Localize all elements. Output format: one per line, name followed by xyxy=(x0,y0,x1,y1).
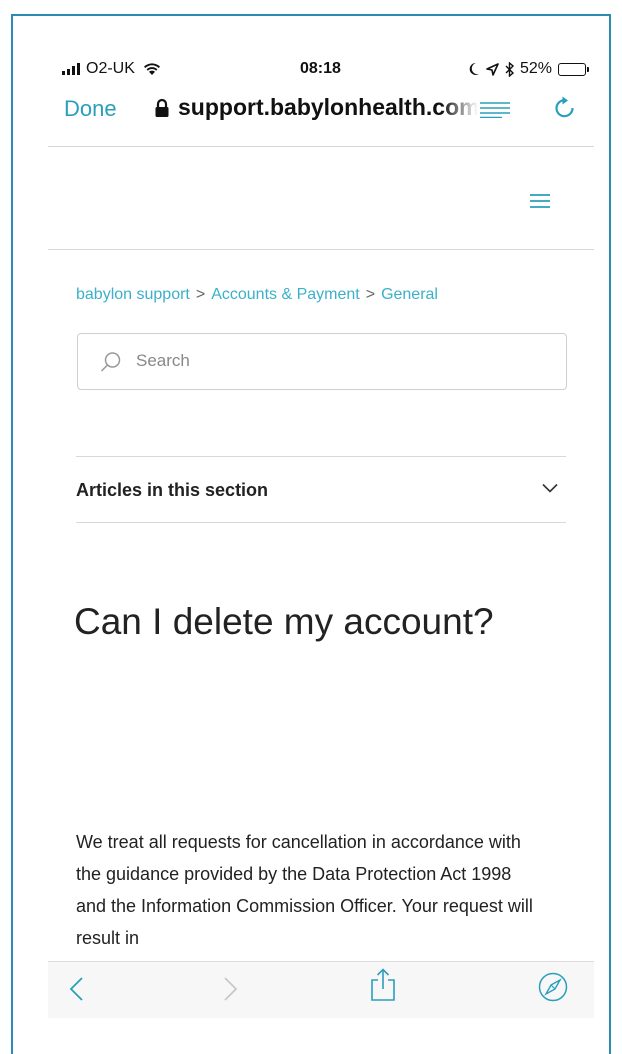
article-body: We treat all requests for cancellation i… xyxy=(76,832,533,948)
back-icon[interactable] xyxy=(68,976,84,1002)
menu-icon[interactable] xyxy=(530,193,550,209)
header-divider xyxy=(48,249,594,250)
forward-icon[interactable] xyxy=(223,976,239,1002)
compass-icon[interactable] xyxy=(538,972,568,1002)
reader-mode-icon[interactable] xyxy=(480,102,510,118)
status-right: 52% xyxy=(468,60,589,78)
battery-icon xyxy=(558,62,589,76)
breadcrumb-separator: > xyxy=(365,286,376,303)
location-arrow-icon xyxy=(486,62,499,76)
battery-percent: 52% xyxy=(519,60,552,77)
article-title: Can I delete my account? xyxy=(74,601,494,642)
browser-toolbar xyxy=(48,961,594,1018)
status-left: O2-UK xyxy=(62,60,161,78)
status-time: 08:18 xyxy=(300,60,341,77)
done-button[interactable]: Done xyxy=(64,96,117,122)
articles-section-toggle[interactable]: Articles in this section xyxy=(76,457,566,522)
section-divider xyxy=(76,522,566,523)
carrier-label: O2-UK xyxy=(86,60,135,77)
url-bar: Done support.babylonhealth.com xyxy=(48,88,594,138)
breadcrumb-item-home[interactable]: babylon support xyxy=(76,286,190,303)
breadcrumb-item-general[interactable]: General xyxy=(381,286,438,303)
status-bar: O2-UK 08:18 52% xyxy=(48,58,594,82)
breadcrumb: babylon support > Accounts & Payment > Gener… xyxy=(76,286,438,304)
signal-icon xyxy=(62,63,80,75)
breadcrumb-separator: > xyxy=(195,286,206,303)
moon-icon xyxy=(469,62,479,75)
bluetooth-icon xyxy=(505,61,514,77)
articles-section-label: Articles in this section xyxy=(76,480,269,500)
search-icon xyxy=(100,352,121,372)
chevron-down-icon xyxy=(542,483,558,493)
wifi-icon xyxy=(143,63,160,75)
url-bar-divider xyxy=(48,146,594,147)
share-icon[interactable] xyxy=(370,968,396,1002)
phone-screen: O2-UK 08:18 52% Done support.babylonheal… xyxy=(48,48,594,1018)
url-address[interactable]: support.babylonhealth.com xyxy=(178,94,478,121)
breadcrumb-item-accounts[interactable]: Accounts & Payment xyxy=(211,286,360,303)
search-box[interactable] xyxy=(77,333,567,390)
lock-icon xyxy=(155,98,169,117)
search-input[interactable] xyxy=(136,351,536,371)
reload-icon[interactable] xyxy=(553,96,577,122)
